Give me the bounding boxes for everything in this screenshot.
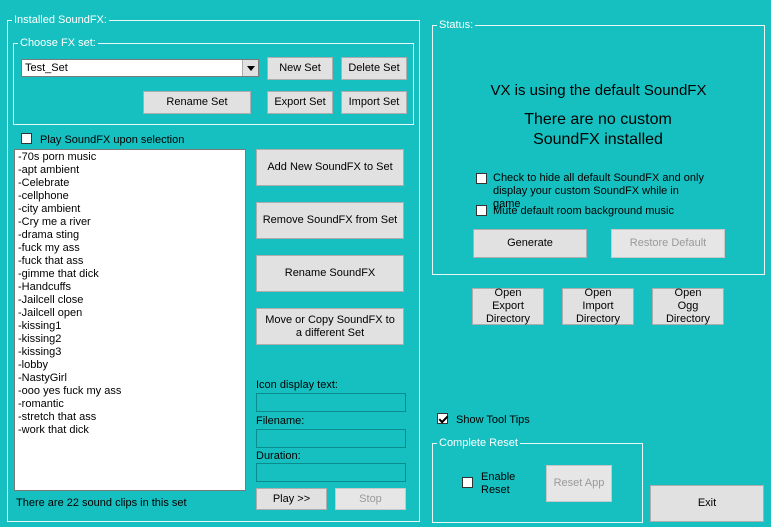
status-line-2: There are no custom SoundFX installed (524, 111, 672, 148)
add-soundfx-button[interactable]: Add New SoundFX to Set (256, 149, 404, 186)
sound-list-item[interactable]: -gimme that dick (18, 268, 245, 281)
hide-default-checkbox[interactable] (476, 173, 487, 184)
show-tool-tips-label: Show Tool Tips (456, 414, 530, 426)
sound-list-item[interactable]: -work that dick (18, 424, 245, 437)
export-set-button[interactable]: Export Set (267, 91, 333, 114)
rename-soundfx-button[interactable]: Rename SoundFX (256, 255, 404, 292)
mute-bg-checkbox[interactable] (476, 205, 487, 216)
sound-list-item[interactable]: -romantic (18, 398, 245, 411)
installed-soundfx-title: Installed SoundFX: (14, 14, 107, 26)
duration-label: Duration: (256, 450, 301, 462)
play-on-select-label: Play SoundFX upon selection (40, 134, 185, 146)
import-set-button[interactable]: Import Set (341, 91, 407, 114)
sound-list-item[interactable]: -apt ambient (18, 164, 245, 177)
sound-list-item[interactable]: -Jailcell close (18, 294, 245, 307)
fx-set-selected-value: Test_Set (25, 62, 68, 74)
sound-list[interactable]: -70s porn music -apt ambient -Celebrate -ce… (14, 149, 246, 491)
open-export-directory-button[interactable]: Open Export Directory (472, 287, 544, 325)
sound-list-item[interactable]: -NastyGirl (18, 372, 245, 385)
sound-list-item[interactable]: -70s porn music (18, 151, 245, 164)
filename-field[interactable] (256, 429, 406, 448)
sound-list-item[interactable]: -city ambient (18, 203, 245, 216)
sound-list-item[interactable]: -fuck that ass (18, 255, 245, 268)
status-title: Status: (439, 19, 474, 31)
sound-list-item[interactable]: -kissing1 (18, 320, 245, 333)
exit-button[interactable]: Exit (650, 485, 764, 522)
complete-reset-title: Complete Reset (439, 437, 518, 449)
icon-text-label: Icon display text: (256, 379, 338, 391)
delete-set-button[interactable]: Delete Set (341, 57, 407, 80)
icon-text-field[interactable] (256, 393, 406, 412)
play-button[interactable]: Play >> (256, 488, 327, 510)
sound-list-item[interactable]: -fuck my ass (18, 242, 245, 255)
enable-reset-checkbox[interactable] (462, 477, 473, 488)
sound-list-item[interactable]: -kissing3 (18, 346, 245, 359)
sound-list-item[interactable]: -cellphone (18, 190, 245, 203)
mute-bg-label: Mute default room background music (493, 205, 674, 217)
generate-button[interactable]: Generate (473, 229, 587, 258)
fx-set-dropdown[interactable]: Test_Set (21, 59, 259, 77)
sound-list-item[interactable]: -Jailcell open (18, 307, 245, 320)
stop-button[interactable]: Stop (335, 488, 406, 510)
new-set-button[interactable]: New Set (267, 57, 333, 80)
move-copy-soundfx-button[interactable]: Move or Copy SoundFX to a different Set (256, 308, 404, 345)
choose-fx-set-title: Choose FX set: (20, 37, 96, 49)
reset-app-button[interactable]: Reset App (546, 465, 612, 502)
status-line-1: VX is using the default SoundFX (490, 82, 707, 99)
restore-default-button[interactable]: Restore Default (611, 229, 725, 258)
remove-soundfx-button[interactable]: Remove SoundFX from Set (256, 202, 404, 239)
duration-field[interactable] (256, 463, 406, 482)
filename-label: Filename: (256, 415, 305, 427)
sound-list-item[interactable]: -kissing2 (18, 333, 245, 346)
sound-list-item[interactable]: -Handcuffs (18, 281, 245, 294)
clip-count-text: There are 22 sound clips in this set (16, 497, 187, 509)
open-import-directory-button[interactable]: Open Import Directory (562, 287, 634, 325)
sound-list-item[interactable]: -ooo yes fuck my ass (18, 385, 245, 398)
sound-list-item[interactable]: -Celebrate (18, 177, 245, 190)
sound-list-item[interactable]: -stretch that ass (18, 411, 245, 424)
enable-reset-label: Enable Reset (481, 471, 516, 496)
sound-list-item[interactable]: -lobby (18, 359, 245, 372)
dropdown-arrow-button[interactable] (242, 60, 258, 76)
show-tool-tips-checkbox[interactable] (437, 413, 448, 424)
sound-list-item[interactable]: -Cry me a river (18, 216, 245, 229)
rename-set-button[interactable]: Rename Set (143, 91, 251, 114)
chevron-down-icon (246, 65, 255, 71)
open-ogg-directory-button[interactable]: Open Ogg Directory (652, 287, 724, 325)
play-on-select-checkbox[interactable] (21, 133, 32, 144)
sound-list-item[interactable]: -drama sting (18, 229, 245, 242)
